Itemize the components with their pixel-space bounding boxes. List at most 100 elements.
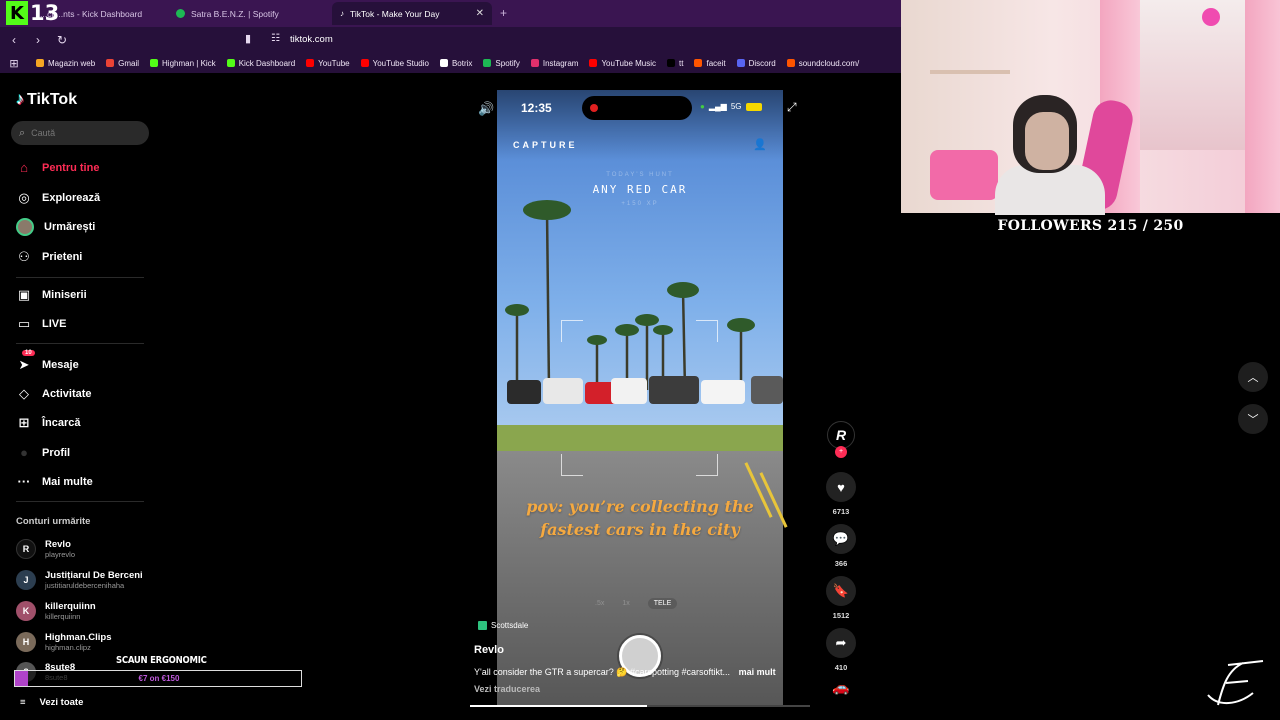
bookmark-item[interactable]: faceit	[694, 59, 726, 68]
sidebar-item-friends[interactable]: ⚇ Prieteni	[16, 249, 82, 265]
bookmark-item[interactable]: Highman | Kick	[150, 59, 216, 68]
apps-grid-icon[interactable]: ⊞	[2, 57, 26, 70]
bookmark-label: YouTube Studio	[372, 58, 429, 68]
green-dot-icon: ●	[700, 102, 705, 111]
battery-icon	[745, 102, 762, 111]
bookmark-page-icon[interactable]: ▮	[245, 32, 251, 45]
bookmark-label: Highman | Kick	[162, 58, 216, 68]
bookmark-favicon-icon	[530, 59, 539, 67]
share-icon: ➦	[826, 628, 856, 658]
bookmark-label: Discord	[748, 58, 776, 68]
sidebar-divider	[16, 501, 144, 502]
bookmark-item[interactable]: tt	[667, 59, 683, 68]
more-link[interactable]: mai mult	[739, 667, 776, 677]
sidebar-item-messages[interactable]: ➤ 10 Mesaje	[16, 350, 79, 373]
following-account[interactable]: J Justițiarul De Berceni justitiaruldeber…	[16, 570, 143, 590]
sidebar-divider	[16, 277, 144, 278]
following-account[interactable]: H Highman.Clips highman.clipz	[16, 632, 112, 652]
like-action[interactable]: ♥ 6713	[826, 472, 856, 516]
bookmark-item[interactable]: Discord	[736, 58, 776, 68]
messages-icon: ➤ 10	[16, 350, 35, 373]
sidebar-item-following[interactable]: Urmărești	[16, 218, 95, 236]
profile-icon: 👤	[753, 139, 767, 151]
sidebar-item-upload[interactable]: ⊞ Încarcă	[16, 415, 81, 431]
location-label: Scottsdale	[491, 621, 529, 630]
bookmark-item[interactable]: Spotify	[483, 59, 520, 68]
bookmark-label: YouTube Music	[601, 58, 657, 68]
previous-video-button[interactable]: ︿	[1238, 362, 1268, 392]
account-handle: playrevlo	[45, 550, 76, 559]
kick-overlay-badge: K 13	[6, 1, 59, 25]
sidebar-item-profile[interactable]: ● Profil	[16, 445, 70, 460]
next-video-button[interactable]: ﹀	[1238, 404, 1268, 434]
avatar: H	[16, 632, 36, 652]
sidebar-item-label: LIVE	[42, 318, 67, 330]
zoom-option: 1x	[622, 600, 630, 607]
translate-link[interactable]: Vezi traducerea	[474, 684, 540, 694]
comment-action[interactable]: 💬 366	[826, 524, 856, 568]
bookmark-favicon-icon	[439, 59, 448, 67]
tiktok-logo[interactable]: ♪ TikTok	[16, 91, 77, 109]
sidebar-item-for-you[interactable]: ⌂ Pentru tine	[16, 160, 99, 175]
sidebar-item-more[interactable]: ··· Mai multe	[16, 474, 93, 489]
forward-icon[interactable]: ›	[28, 33, 48, 47]
back-icon[interactable]: ‹	[4, 33, 24, 47]
profile-icon: ●	[20, 445, 28, 460]
bookmark-item[interactable]: YouTube Music	[589, 59, 656, 68]
search-input[interactable]	[31, 128, 132, 138]
location-tag[interactable]: Scottsdale	[478, 621, 528, 630]
bookmark-item[interactable]: Kick Dashboard	[226, 59, 295, 68]
video-progress-bar[interactable]	[470, 705, 810, 707]
sidebar-item-label: Profil	[42, 446, 71, 459]
url-field[interactable]: tiktok.com	[290, 34, 333, 45]
following-account[interactable]: K killerquiinn killerquiinn	[16, 601, 96, 621]
bookmark-favicon-icon	[306, 59, 315, 67]
share-action[interactable]: ➦ 410	[826, 628, 856, 672]
account-handle: killerquiinn	[45, 612, 81, 621]
follow-plus-icon[interactable]: +	[835, 446, 847, 458]
sidebar-item-label: Încarcă	[42, 417, 81, 429]
bookmark-item[interactable]: Gmail	[106, 59, 139, 68]
sidebar-item-label: Mesaje	[42, 359, 79, 371]
bookmark-item[interactable]: Magazin web	[36, 59, 95, 68]
tab-tiktok[interactable]: ♪ TikTok - Make Your Day ✕	[332, 2, 492, 25]
bookmark-item[interactable]: Instagram	[530, 58, 579, 68]
bookmark-item[interactable]: YouTube Studio	[360, 58, 429, 68]
close-tab-icon[interactable]: ✕	[476, 8, 484, 19]
site-info-icon[interactable]: ☷	[271, 33, 280, 44]
sidebar-item-miniseries[interactable]: ▣ Miniserii	[16, 287, 87, 303]
sidebar-item-live[interactable]: ▭ LIVE	[16, 316, 67, 332]
sidebar-item-activity[interactable]: ◇ Activitate	[16, 386, 92, 402]
video-grass	[497, 425, 783, 451]
recording-dot-icon	[590, 104, 598, 112]
bookmark-item[interactable]: YouTube	[306, 59, 350, 68]
sidebar-item-explore[interactable]: ◎ Explorează	[16, 190, 100, 206]
bookmark-favicon-icon	[106, 59, 115, 67]
location-pin-icon	[478, 621, 487, 630]
creator-avatar[interactable]: R	[827, 421, 855, 449]
see-all-button[interactable]: ≡ Vezi toate	[20, 697, 83, 708]
bookmark-label: Instagram	[542, 58, 579, 68]
video-author[interactable]: Revlo	[474, 644, 504, 656]
tiktok-logo-icon: ♪	[16, 91, 24, 108]
volume-icon[interactable]: 🔊	[478, 101, 494, 117]
tiktok-icon: ♪	[340, 9, 344, 18]
reload-icon[interactable]: ↻	[52, 33, 72, 47]
search-icon: ⌕	[19, 126, 26, 139]
tab-spotify[interactable]: Satra B.E.N.Z. | Spotify	[168, 2, 287, 25]
fullscreen-icon[interactable]: ⤢	[787, 100, 797, 115]
messages-count-badge: 10	[22, 350, 35, 356]
zoom-option: .5x	[595, 600, 605, 607]
music-disc-icon[interactable]: 🚗	[826, 679, 856, 701]
search-box[interactable]: ⌕	[11, 121, 149, 145]
messages-glyph: ➤	[18, 357, 30, 372]
bookmark-item[interactable]: soundcloud.com/	[786, 59, 859, 68]
miniseries-icon: ▣	[17, 287, 31, 302]
following-account[interactable]: R Revlo playrevlo	[16, 539, 75, 559]
account-handle: justitiaruldebercenihaha	[45, 581, 125, 590]
new-tab-button[interactable]: +	[500, 6, 507, 20]
bookmark-favicon-icon	[786, 59, 795, 67]
tab-label: TikTok - Make Your Day	[350, 8, 440, 19]
bookmark-item[interactable]: Botrix	[439, 59, 472, 68]
save-action[interactable]: 🔖 1512	[826, 576, 856, 620]
